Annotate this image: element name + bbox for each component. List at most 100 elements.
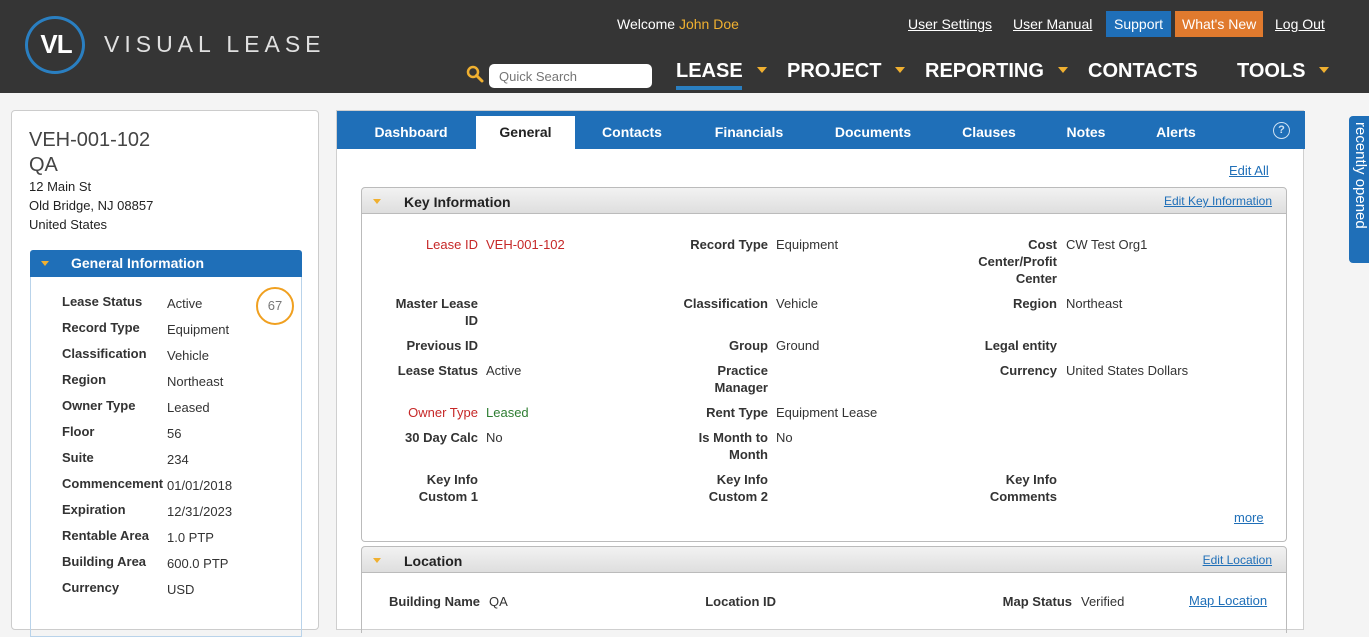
gi-value: Vehicle <box>167 348 209 363</box>
field-label: Location ID <box>705 594 776 609</box>
collapse-caret-icon[interactable] <box>373 558 381 563</box>
field-label: Master Lease ID <box>395 296 478 328</box>
quick-search-input[interactable] <box>489 64 652 88</box>
help-icon[interactable]: ? <box>1273 122 1290 139</box>
tab-documents[interactable]: Documents <box>821 111 925 149</box>
recently-opened-tab[interactable]: recently opened <box>1349 116 1369 263</box>
nav-tools[interactable]: TOOLS <box>1237 60 1306 83</box>
field-label: Currency <box>999 363 1057 378</box>
logo-mark: VL <box>40 29 72 59</box>
lease-detail-panel: Dashboard General Contacts Financials Do… <box>336 110 1305 633</box>
tab-general[interactable]: General <box>476 116 575 149</box>
tab-notes[interactable]: Notes <box>1053 111 1119 149</box>
summary-address-line1: 12 Main St <box>29 179 92 194</box>
tab-dashboard[interactable]: Dashboard <box>359 111 463 149</box>
summary-lease-id: VEH-001-102 <box>29 129 151 151</box>
field-value: CW Test Org1 <box>1066 237 1148 252</box>
log-out-link[interactable]: Log Out <box>1275 16 1325 32</box>
field-value: No <box>776 430 793 445</box>
support-button[interactable]: Support <box>1106 11 1172 37</box>
field-label: Key Info Custom 1 <box>418 472 478 504</box>
gi-label: Record Type <box>62 320 140 335</box>
welcome-prefix: Welcome <box>617 16 679 32</box>
gi-value: 234 <box>167 452 189 467</box>
field-label: 30 Day Calc <box>405 430 478 445</box>
field-label: Lease Status <box>397 363 478 378</box>
field-label: Group <box>729 338 768 353</box>
gi-label: Currency <box>62 580 120 595</box>
tab-contacts[interactable]: Contacts <box>587 111 677 149</box>
tab-financials[interactable]: Financials <box>699 111 799 149</box>
whats-new-button[interactable]: What's New <box>1175 11 1264 37</box>
app-header: VL VISUAL LEASE Welcome John Doe User Se… <box>0 0 1369 93</box>
key-information-body: Lease ID VEH-001-102 Master Lease ID Pre… <box>361 214 1287 542</box>
field-label: Classification <box>683 296 768 311</box>
nav-lease[interactable]: LEASE <box>676 60 743 83</box>
field-label: Building Name <box>388 594 480 609</box>
nav-project-caret-icon[interactable] <box>895 67 905 73</box>
gi-label: Region <box>62 372 107 387</box>
nav-tools-caret-icon[interactable] <box>1319 67 1329 73</box>
edit-location-link[interactable]: Edit Location <box>1203 553 1272 567</box>
nav-lease-caret-icon[interactable] <box>757 67 767 73</box>
general-information-header[interactable]: General Information <box>30 250 302 277</box>
collapse-caret-icon[interactable] <box>373 199 381 204</box>
gi-label: Building Area <box>62 554 147 569</box>
gi-label: Floor <box>62 424 95 439</box>
gi-value: Northeast <box>167 374 224 389</box>
user-settings-link[interactable]: User Settings <box>908 16 992 32</box>
field-value: Verified <box>1081 594 1125 609</box>
gi-value: 600.0 PTP <box>167 556 229 571</box>
tab-bar: Dashboard General Contacts Financials Do… <box>337 111 1305 149</box>
field-value: Equipment <box>776 237 839 252</box>
key-information-header[interactable]: Key Information Edit Key Information <box>361 187 1287 214</box>
summary-address-line2: Old Bridge, NJ 08857 <box>29 198 154 213</box>
field-label: Practice Manager <box>714 363 768 395</box>
nav-reporting[interactable]: REPORTING <box>925 60 1044 83</box>
gi-label: Suite <box>62 450 94 465</box>
gi-value: USD <box>167 582 195 597</box>
location-header[interactable]: Location Edit Location <box>361 546 1287 573</box>
edit-key-information-link[interactable]: Edit Key Information <box>1164 194 1272 208</box>
gi-label: Owner Type <box>62 398 136 413</box>
logo-text: VISUAL LEASE <box>104 31 326 57</box>
search-icon[interactable] <box>466 65 484 83</box>
field-value: Leased <box>486 405 529 420</box>
user-manual-link[interactable]: User Manual <box>1013 16 1092 32</box>
tab-clauses[interactable]: Clauses <box>949 111 1029 149</box>
tab-alerts[interactable]: Alerts <box>1141 111 1211 149</box>
lease-summary-panel: VEH-001-102 QA 12 Main St Old Bridge, NJ… <box>11 110 319 637</box>
nav-contacts[interactable]: CONTACTS <box>1088 60 1198 83</box>
general-information-title: General Information <box>71 255 205 271</box>
field-label: Key Info Comments <box>989 472 1057 504</box>
general-information-body: 67 Lease Status Active Record Type Equip… <box>30 277 302 637</box>
gi-label: Classification <box>62 346 147 361</box>
gi-label: Lease Status <box>62 294 143 309</box>
field-value: QA <box>489 594 508 609</box>
gi-label: Rentable Area <box>62 528 149 543</box>
field-label: Owner Type <box>408 405 478 420</box>
welcome-text: Welcome John Doe <box>617 16 739 32</box>
score-badge: 67 <box>256 287 294 325</box>
edit-all-link[interactable]: Edit All <box>1229 163 1269 178</box>
summary-name: QA <box>29 154 58 176</box>
field-label: Is Month to Month <box>698 430 768 462</box>
field-value: Northeast <box>1066 296 1123 311</box>
nav-reporting-caret-icon[interactable] <box>1058 67 1068 73</box>
field-value: VEH-001-102 <box>486 237 565 252</box>
field-value: Vehicle <box>776 296 818 311</box>
gi-value: 56 <box>167 426 182 441</box>
gi-value: Equipment <box>167 322 230 337</box>
collapse-caret-icon[interactable] <box>41 261 49 266</box>
field-label: Previous ID <box>406 338 478 353</box>
map-location-link[interactable]: Map Location <box>1189 593 1267 608</box>
more-link[interactable]: more <box>1234 510 1264 525</box>
nav-project[interactable]: PROJECT <box>787 60 881 83</box>
gi-value: 1.0 PTP <box>167 530 214 545</box>
field-label: Legal entity <box>984 338 1057 353</box>
field-value: Equipment Lease <box>776 405 878 420</box>
gi-label: Commencement <box>62 476 164 491</box>
field-label: Map Status <box>1002 594 1072 609</box>
summary-address-line3: United States <box>29 217 108 232</box>
location-title: Location <box>404 553 463 569</box>
